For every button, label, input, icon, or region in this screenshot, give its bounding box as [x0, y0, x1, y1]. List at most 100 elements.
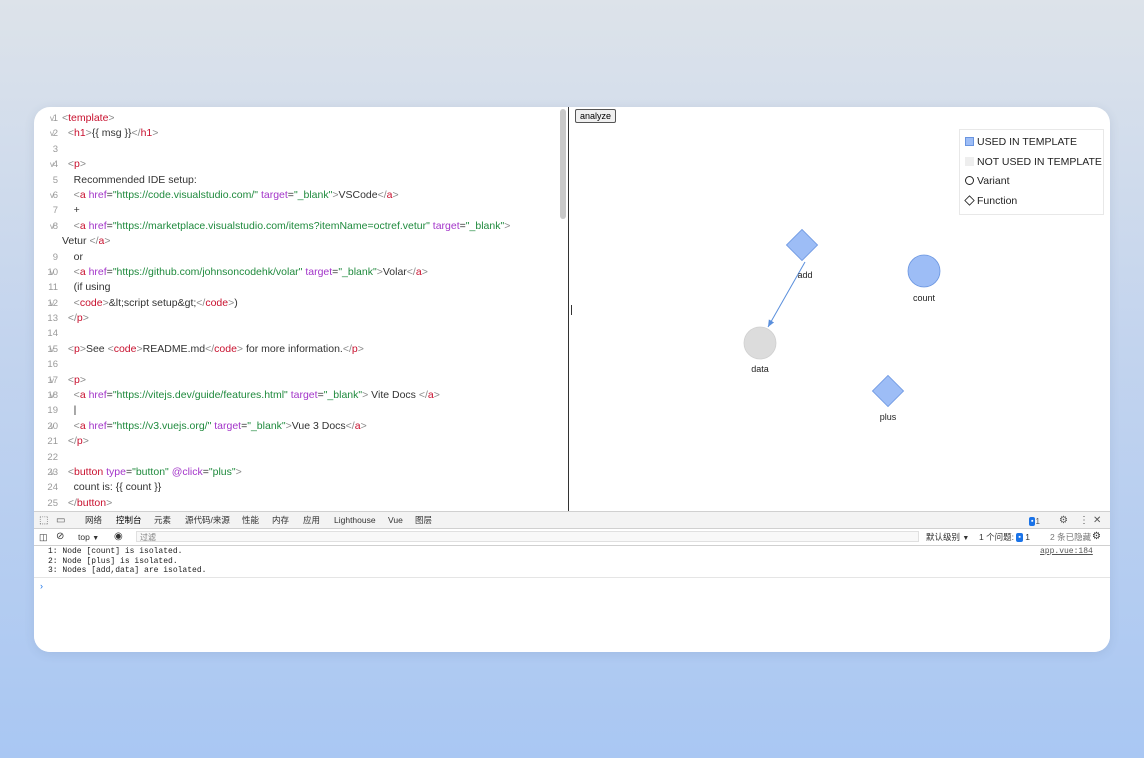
fold-chevron-icon[interactable]: v	[50, 126, 54, 141]
code-text: +	[73, 204, 80, 217]
code-text: <h1>{{ msg }}</h1>	[67, 127, 159, 140]
code-line[interactable]: 19 |	[34, 403, 568, 418]
code-line[interactable]: 23 v <button type="button" @click="plus">	[34, 465, 568, 480]
fold-chevron-icon[interactable]: v	[50, 265, 54, 280]
code-line[interactable]: 8v <a href="https://marketplace.visualst…	[34, 219, 568, 234]
fold-chevron-icon[interactable]: v	[50, 342, 54, 357]
console-messages: 1: Node [count] is isolated. 2: Node [pl…	[34, 547, 1110, 576]
devtools-panel: ⬚ ▭ 网络 控制台 元素 源代码/来源 性能 内存 应用 Lighthouse…	[34, 511, 1110, 652]
tab-layers[interactable]: 图层	[415, 512, 432, 529]
code-line[interactable]: 2v <h1>{{ msg }}</h1>	[34, 126, 568, 141]
tab-application[interactable]: 应用	[303, 512, 320, 529]
fold-chevron-icon[interactable]: v	[50, 296, 54, 311]
code-line[interactable]: 1 v <template>	[34, 111, 568, 126]
app-window: 1 v <template> 2 v <h1>{{ msg }}</h1> 3 4 v <p>…	[34, 107, 1110, 652]
inspect-icon[interactable]: ⬚	[39, 513, 48, 528]
tab-memory[interactable]: 内存	[272, 512, 289, 529]
code-line[interactable]: 7 +	[34, 203, 568, 218]
dependency-graph: add count data plus	[743, 228, 941, 422]
levels-arrow-icon: ▼	[962, 535, 970, 542]
log-levels-label: 默认级别	[926, 532, 961, 542]
sidebar-toggle-icon[interactable]: ◫	[39, 529, 48, 545]
console-prompt[interactable]: ›	[40, 581, 43, 591]
issues-count: 1	[1025, 532, 1030, 542]
code-line[interactable]: 14	[34, 326, 568, 341]
tab-lighthouse[interactable]: Lighthouse	[334, 512, 376, 529]
hidden-count: 2 条已隐藏	[1050, 532, 1092, 542]
line-number: 6	[52, 189, 58, 201]
code-line[interactable]: 5 Recommended IDE setup:	[34, 173, 568, 188]
console-message: 2: Node [plus] is isolated.	[48, 556, 178, 566]
filter-input[interactable]: 过滤	[136, 531, 919, 542]
line-number: 20	[47, 420, 58, 432]
code-line[interactable]: 15 v <p>See <code>README.md</code> for mo…	[34, 342, 568, 357]
code-line[interactable]: Vetur </a>	[34, 234, 568, 249]
code-line[interactable]: 10 v <a href="https://github.com/johnsonc…	[34, 265, 568, 280]
more-menu-icon[interactable]: ⋮	[1079, 513, 1089, 528]
line-number: 5	[52, 174, 58, 186]
line-number: 7	[52, 205, 58, 217]
code-line[interactable]: 12 v <code>&lt;script setup&gt;</code>)	[34, 296, 568, 311]
code-line[interactable]: 21 </p>	[34, 434, 568, 449]
tab-vue[interactable]: Vue	[388, 512, 403, 529]
fold-chevron-icon[interactable]: v	[50, 111, 54, 126]
device-toggle-icon[interactable]: ▭	[56, 513, 65, 528]
code-text: </button>	[67, 496, 113, 509]
code-line[interactable]: 11 (if using	[34, 280, 568, 295]
node-plus-label: plus	[880, 412, 897, 422]
code-line[interactable]: 3	[34, 142, 568, 157]
code-line[interactable]: 4v <p>	[34, 157, 568, 172]
console-settings-gear-icon[interactable]: ⚙	[1092, 529, 1101, 545]
fold-chevron-icon[interactable]: v	[50, 219, 54, 234]
context-label: top	[78, 532, 90, 542]
editor-scrollbar[interactable]	[560, 109, 566, 219]
fold-chevron-icon[interactable]: v	[50, 465, 54, 480]
code-line[interactable]: 13 </p>	[34, 311, 568, 326]
line-number: 11	[48, 282, 58, 294]
code-line[interactable]: 6v <a href="https://code.visualstudio.co…	[34, 188, 568, 203]
fold-chevron-icon[interactable]: v	[50, 419, 54, 434]
node-data[interactable]	[743, 326, 777, 360]
console-message: 3: Nodes [add,data] are isolated.	[48, 566, 207, 575]
code-line[interactable]: 25 </button>	[34, 496, 568, 511]
code-line[interactable]: 22	[34, 450, 568, 465]
fold-chevron-icon[interactable]: v	[50, 188, 54, 203]
tab-network[interactable]: 网络	[85, 512, 102, 529]
graph-pane: analyze USED IN TEMPLATE NOT USED IN TEM…	[569, 107, 1110, 511]
fold-chevron-icon[interactable]: v	[50, 373, 54, 388]
code-line[interactable]: 16	[34, 357, 568, 372]
code-line[interactable]: 9 or	[34, 250, 568, 265]
eye-icon[interactable]: ◉	[114, 529, 123, 545]
tab-sources[interactable]: 源代码/来源	[185, 512, 230, 529]
fold-chevron-icon[interactable]: v	[50, 388, 54, 403]
node-count[interactable]	[907, 254, 941, 288]
settings-gear-icon[interactable]: ⚙	[1059, 513, 1068, 528]
code-line[interactable]: 24 count is: {{ count }}	[34, 480, 568, 495]
log-levels-dropdown[interactable]: 默认级别 ▼	[926, 529, 969, 545]
line-number: 14	[47, 328, 58, 340]
line-number: 4	[52, 159, 58, 171]
issues-button[interactable]: 1 个问题: ▪ 1	[979, 529, 1030, 545]
close-icon[interactable]: ✕	[1093, 513, 1101, 528]
code-editor[interactable]: 1 v <template> 2 v <h1>{{ msg }}</h1> 3 4 v <p>…	[34, 107, 568, 511]
code-line[interactable]: 20 v <a href="https://v3.vuejs.org/" targ…	[34, 419, 568, 434]
line-number: 15	[47, 343, 58, 355]
tab-performance[interactable]: 性能	[242, 512, 259, 529]
code-line[interactable]: 18 v <a href="https://vitejs.dev/guide/fe…	[34, 388, 568, 403]
clear-console-icon[interactable]: ⊘	[56, 529, 64, 545]
issues-badge[interactable]: ▪ 1	[1029, 514, 1040, 529]
code-text: count is: {{ count }}	[73, 481, 162, 494]
line-number: 10	[47, 266, 58, 278]
node-plus[interactable]	[871, 374, 905, 408]
fold-chevron-icon[interactable]: v	[50, 157, 54, 172]
node-add[interactable]	[785, 228, 819, 262]
context-selector[interactable]: top ▼	[78, 529, 99, 545]
code-text: |	[73, 404, 77, 417]
code-text: <a href="https://v3.vuejs.org/" target="…	[73, 419, 367, 432]
code-line[interactable]: 17 v <p>	[34, 373, 568, 388]
tab-elements[interactable]: 元素	[154, 512, 171, 529]
code-text: <p>See <code>README.md</code> for more i…	[67, 342, 364, 355]
source-link[interactable]: app.vue:184	[1040, 547, 1093, 556]
code-text: <code>&lt;script setup&gt;</code>)	[73, 296, 238, 309]
code-text: </p>	[67, 435, 89, 448]
